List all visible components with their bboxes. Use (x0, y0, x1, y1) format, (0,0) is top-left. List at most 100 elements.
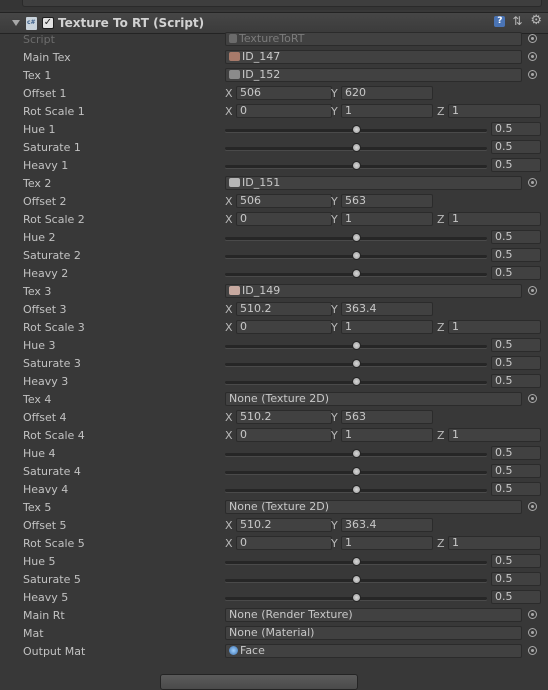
rot-y-field[interactable]: 1 (341, 104, 433, 118)
heavy-slider-thumb[interactable] (352, 485, 361, 494)
rot-scale-row: Rot Scale 3X0Y1Z1 (0, 319, 548, 337)
object-picker-icon[interactable] (528, 286, 537, 295)
offset-y-field[interactable]: 363.4 (341, 518, 433, 532)
object-picker-icon[interactable] (528, 70, 537, 79)
saturate-value-field[interactable]: 0.5 (491, 572, 541, 586)
tex-field[interactable]: None (Texture 2D) (225, 392, 522, 406)
offset-x-field[interactable]: 506 (236, 194, 332, 208)
hue-value-field[interactable]: 0.5 (491, 554, 541, 568)
main-tex-row: Main Tex ID_147 (0, 49, 548, 67)
heavy-value-field[interactable]: 0.5 (491, 590, 541, 604)
rot-x-field[interactable]: 0 (236, 320, 332, 334)
offset-x-field[interactable]: 510.2 (236, 302, 332, 316)
rot-z-field[interactable]: 1 (448, 320, 541, 334)
rot-x-field[interactable]: 0 (236, 536, 332, 550)
saturate-value-field[interactable]: 0.5 (491, 248, 541, 262)
offset-y-field[interactable]: 620 (341, 86, 433, 100)
tex-row: Tex 2 ID_151 (0, 175, 548, 193)
rot-y-field[interactable]: 1 (341, 428, 433, 442)
saturate-value-field[interactable]: 0.5 (491, 356, 541, 370)
component-title: Texture To RT (Script) (58, 16, 205, 30)
heavy-value-field[interactable]: 0.5 (491, 266, 541, 280)
rot-scale-label: Rot Scale 5 (23, 537, 85, 550)
help-icon[interactable]: ? (494, 15, 506, 27)
offset-label: Offset 4 (23, 411, 67, 424)
tex-field[interactable]: ID_152 (225, 68, 522, 82)
object-picker-icon[interactable] (528, 52, 537, 61)
mat-field[interactable]: None (Material) (225, 626, 522, 640)
saturate-slider-thumb[interactable] (352, 359, 361, 368)
object-picker-icon[interactable] (528, 502, 537, 511)
rot-scale-row: Rot Scale 2X0Y1Z1 (0, 211, 548, 229)
axis-z-label: Z (437, 429, 445, 442)
rot-z-field[interactable]: 1 (448, 428, 541, 442)
saturate-value-field[interactable]: 0.5 (491, 140, 541, 154)
rot-y-field[interactable]: 1 (341, 212, 433, 226)
heavy-slider-thumb[interactable] (352, 269, 361, 278)
heavy-slider-thumb[interactable] (352, 593, 361, 602)
output-mat-field[interactable]: Face (225, 644, 522, 658)
hue-slider-thumb[interactable] (352, 341, 361, 350)
tex-field[interactable]: None (Texture 2D) (225, 500, 522, 514)
tex-label: Tex 5 (23, 501, 52, 514)
heavy-slider-thumb[interactable] (352, 161, 361, 170)
saturate-slider-thumb[interactable] (352, 143, 361, 152)
main-rt-row: Main Rt None (Render Texture) (0, 607, 548, 625)
object-picker-icon[interactable] (528, 646, 537, 655)
saturate-slider-thumb[interactable] (352, 467, 361, 476)
saturate-value-field[interactable]: 0.5 (491, 464, 541, 478)
hue-value-field[interactable]: 0.5 (491, 338, 541, 352)
main-rt-field[interactable]: None (Render Texture) (225, 608, 522, 622)
axis-x-label: X (225, 429, 233, 442)
axis-x-label: X (225, 213, 233, 226)
saturate-slider-thumb[interactable] (352, 575, 361, 584)
rot-z-field[interactable]: 1 (448, 212, 541, 226)
heavy-slider-thumb[interactable] (352, 377, 361, 386)
rot-y-field[interactable]: 1 (341, 320, 433, 334)
tex-field[interactable]: ID_151 (225, 176, 522, 190)
hue-slider-thumb[interactable] (352, 233, 361, 242)
rot-z-field[interactable]: 1 (448, 536, 541, 550)
hue-label: Hue 3 (23, 339, 56, 352)
heavy-value-field[interactable]: 0.5 (491, 374, 541, 388)
hue-slider-thumb[interactable] (352, 557, 361, 566)
rot-x-field[interactable]: 0 (236, 212, 332, 226)
heavy-slider-row: Heavy 1 0.5 (0, 157, 548, 175)
tex-field[interactable]: ID_149 (225, 284, 522, 298)
heavy-label: Heavy 2 (23, 267, 69, 280)
offset-x-field[interactable]: 506 (236, 86, 332, 100)
rot-x-field[interactable]: 0 (236, 428, 332, 442)
foldout-arrow-icon[interactable] (12, 20, 20, 26)
rot-scale-row: Rot Scale 5X0Y1Z1 (0, 535, 548, 553)
offset-x-field[interactable]: 510.2 (236, 518, 332, 532)
hue-value-field[interactable]: 0.5 (491, 230, 541, 244)
rot-x-field[interactable]: 0 (236, 104, 332, 118)
tex-label: Tex 3 (23, 285, 52, 298)
object-picker-icon[interactable] (528, 394, 537, 403)
hue-slider-thumb[interactable] (352, 125, 361, 134)
add-component-button[interactable] (160, 674, 358, 690)
saturate-slider-thumb[interactable] (352, 251, 361, 260)
heavy-value-field[interactable]: 0.5 (491, 482, 541, 496)
rot-z-field[interactable]: 1 (448, 104, 541, 118)
hue-value-field[interactable]: 0.5 (491, 446, 541, 460)
rot-scale-label: Rot Scale 1 (23, 105, 85, 118)
offset-y-field[interactable]: 563 (341, 410, 433, 424)
preset-icon[interactable]: ⇅ (512, 15, 523, 27)
object-picker-icon[interactable] (528, 178, 537, 187)
gear-icon[interactable]: ⚙ (530, 14, 542, 27)
offset-y-field[interactable]: 563 (341, 194, 433, 208)
offset-y-field[interactable]: 363.4 (341, 302, 433, 316)
hue-slider-thumb[interactable] (352, 449, 361, 458)
offset-row: Offset 1 X 506 Y 620 (0, 85, 548, 103)
object-picker-icon[interactable] (528, 34, 537, 43)
component-enabled-checkbox[interactable]: ✓ (42, 17, 54, 29)
rot-y-field[interactable]: 1 (341, 536, 433, 550)
heavy-value-field[interactable]: 0.5 (491, 158, 541, 172)
hue-value-field[interactable]: 0.5 (491, 122, 541, 136)
object-picker-icon[interactable] (528, 610, 537, 619)
object-picker-icon[interactable] (528, 628, 537, 637)
script-file-icon (229, 34, 237, 43)
main-tex-field[interactable]: ID_147 (225, 50, 522, 64)
offset-x-field[interactable]: 510.2 (236, 410, 332, 424)
